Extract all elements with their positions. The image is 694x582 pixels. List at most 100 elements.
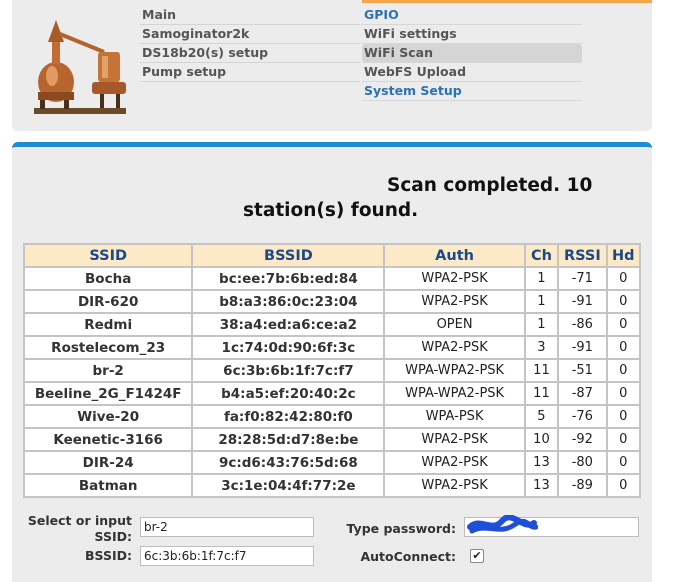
nav-left: Main Samoginator2k DS18b20(s) setup Pump…: [140, 6, 360, 82]
cell-ch: 13: [523, 473, 560, 498]
cell-ssid: Rostelecom_23: [22, 335, 194, 360]
cell-hd: 0: [605, 381, 642, 406]
cell-bssid: b4:a5:ef:20:40:2c: [191, 381, 386, 406]
autoconnect-checkbox[interactable]: ✔: [470, 549, 484, 563]
bssid-input[interactable]: [140, 546, 314, 566]
bssid-label: BSSID:: [85, 548, 132, 563]
table-row[interactable]: Beeline_2G_F1424F b4:a5:ef:20:40:2c WPA-…: [22, 381, 642, 406]
ssid-label-line2: SSID:: [94, 529, 132, 544]
table-row[interactable]: Rostelecom_23 1c:74:0d:90:6f:3c WPA2-PSK…: [22, 335, 642, 360]
cell-auth: WPA2-PSK: [383, 473, 526, 498]
table-row[interactable]: Keenetic-3166 28:28:5d:d7:8e:be WPA2-PSK…: [22, 427, 642, 452]
cell-auth: WPA-WPA2-PSK: [383, 381, 526, 406]
col-header-ch: Ch: [523, 243, 560, 268]
cell-auth: WPA2-PSK: [383, 450, 526, 475]
cell-rssi: -91: [557, 335, 608, 360]
table-row[interactable]: Bocha bc:ee:7b:6b:ed:84 WPA2-PSK 1 -71 0: [22, 266, 642, 291]
ssid-label: Select or input SSID:: [24, 513, 132, 545]
cell-ssid: Batman: [22, 473, 194, 498]
cell-ch: 10: [523, 427, 560, 452]
col-header-auth: Auth: [383, 243, 526, 268]
wifi-scan-table: SSID BSSID Auth Ch RSSI Hd Bocha bc:ee:7…: [22, 243, 642, 498]
cell-rssi: -91: [557, 289, 608, 314]
cell-auth: WPA-WPA2-PSK: [383, 358, 526, 383]
cell-rssi: -86: [557, 312, 608, 337]
cell-ssid: Beeline_2G_F1424F: [22, 381, 194, 406]
redacted-password-scribble: [467, 515, 538, 534]
cell-ch: 11: [523, 381, 560, 406]
cell-ssid: Wive-20: [22, 404, 194, 429]
nav-item-wifi-settings[interactable]: WiFi settings: [362, 25, 582, 44]
col-header-hd: Hd: [605, 243, 642, 268]
cell-rssi: -89: [557, 473, 608, 498]
nav-item-samoginator[interactable]: Samoginator2k: [140, 25, 360, 44]
password-label: Type password:: [346, 521, 456, 536]
cell-ssid: DIR-24: [22, 450, 194, 475]
cell-bssid: 3c:1e:04:4f:77:2e: [191, 473, 386, 498]
nav-item-webfs-upload[interactable]: WebFS Upload: [362, 63, 582, 82]
cell-hd: 0: [605, 289, 642, 314]
table-header-row: SSID BSSID Auth Ch RSSI Hd: [22, 243, 642, 268]
nav-item-gpio[interactable]: GPIO: [362, 6, 582, 25]
cell-ssid: Bocha: [22, 266, 194, 291]
cell-auth: OPEN: [383, 312, 526, 337]
cell-bssid: 9c:d6:43:76:5d:68: [191, 450, 386, 475]
next-section-cut: [30, 575, 220, 580]
nav-item-ds18b20-setup[interactable]: DS18b20(s) setup: [140, 44, 360, 63]
header-panel: Main Samoginator2k DS18b20(s) setup Pump…: [12, 0, 652, 131]
ssid-input[interactable]: [140, 517, 314, 537]
nav-item-wifi-scan[interactable]: WiFi Scan: [362, 44, 582, 63]
cell-hd: 0: [605, 312, 642, 337]
cell-rssi: -87: [557, 381, 608, 406]
cell-bssid: bc:ee:7b:6b:ed:84: [191, 266, 386, 291]
cell-auth: WPA2-PSK: [383, 335, 526, 360]
checkmark-icon: ✔: [472, 549, 482, 562]
cell-bssid: 28:28:5d:d7:8e:be: [191, 427, 386, 452]
nav-item-pump-setup[interactable]: Pump setup: [140, 63, 360, 82]
header-accent-line: [362, 0, 652, 3]
table-row[interactable]: Batman 3c:1e:04:4f:77:2e WPA2-PSK 13 -89…: [22, 473, 642, 498]
table-row[interactable]: Redmi 38:a4:ed:a6:ce:a2 OPEN 1 -86 0: [22, 312, 642, 337]
table-row[interactable]: DIR-24 9c:d6:43:76:5d:68 WPA2-PSK 13 -80…: [22, 450, 642, 475]
cell-ch: 1: [523, 312, 560, 337]
scan-status-line1: Scan completed. 10: [387, 175, 593, 196]
cell-hd: 0: [605, 335, 642, 360]
cell-hd: 0: [605, 266, 642, 291]
cell-bssid: 38:a4:ed:a6:ce:a2: [191, 312, 386, 337]
cell-rssi: -51: [557, 358, 608, 383]
cell-auth: WPA2-PSK: [383, 289, 526, 314]
cell-hd: 0: [605, 358, 642, 383]
cell-hd: 0: [605, 404, 642, 429]
cell-ssid: Keenetic-3166: [22, 427, 194, 452]
cell-ch: 11: [523, 358, 560, 383]
col-header-rssi: RSSI: [557, 243, 608, 268]
col-header-ssid: SSID: [22, 243, 194, 268]
table-row[interactable]: Wive-20 fa:f0:82:42:80:f0 WPA-PSK 5 -76 …: [22, 404, 642, 429]
cell-rssi: -71: [557, 266, 608, 291]
cell-rssi: -76: [557, 404, 608, 429]
cell-hd: 0: [605, 473, 642, 498]
cell-bssid: b8:a3:86:0c:23:04: [191, 289, 386, 314]
cell-bssid: 6c:3b:6b:1f:7c:f7: [191, 358, 386, 383]
cell-auth: WPA-PSK: [383, 404, 526, 429]
col-header-bssid: BSSID: [191, 243, 386, 268]
cell-ch: 5: [523, 404, 560, 429]
cell-ch: 1: [523, 289, 560, 314]
table-row[interactable]: DIR-620 b8:a3:86:0c:23:04 WPA2-PSK 1 -91…: [22, 289, 642, 314]
distiller-logo: [34, 20, 126, 114]
scan-status-title: Scan completed. 10 station(s) found.: [220, 173, 620, 223]
scan-status-line2: station(s) found.: [243, 200, 419, 221]
nav-item-system-setup[interactable]: System Setup: [362, 82, 582, 101]
nav-item-main[interactable]: Main: [140, 6, 360, 25]
cell-auth: WPA2-PSK: [383, 266, 526, 291]
cell-bssid: 1c:74:0d:90:6f:3c: [191, 335, 386, 360]
autoconnect-label: AutoConnect:: [360, 549, 456, 564]
cell-bssid: fa:f0:82:42:80:f0: [191, 404, 386, 429]
cell-ssid: br-2: [22, 358, 194, 383]
cell-ssid: DIR-620: [22, 289, 194, 314]
cell-hd: 0: [605, 427, 642, 452]
table-row[interactable]: br-2 6c:3b:6b:1f:7c:f7 WPA-WPA2-PSK 11 -…: [22, 358, 642, 383]
cell-ch: 1: [523, 266, 560, 291]
cell-hd: 0: [605, 450, 642, 475]
cell-rssi: -92: [557, 427, 608, 452]
